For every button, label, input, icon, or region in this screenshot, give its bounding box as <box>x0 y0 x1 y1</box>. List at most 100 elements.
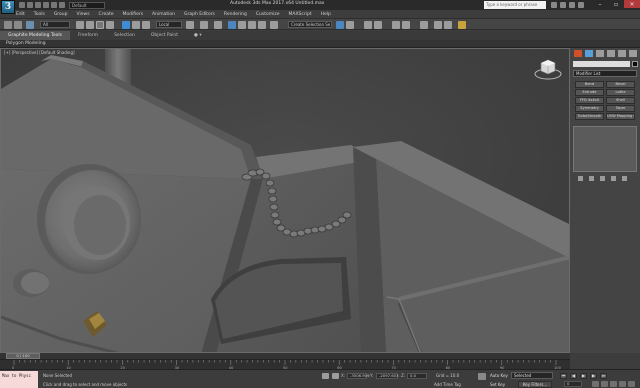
favorites-star-icon[interactable] <box>569 2 575 8</box>
tab-graphite-modeling-tools[interactable]: Graphite Modeling Tools <box>0 31 71 40</box>
viewport-label[interactable]: [+] [Perspective] [Default Shading] <box>4 50 75 55</box>
percent-snap-icon[interactable] <box>248 21 256 29</box>
named-selection-set-select[interactable]: Create Selection Se <box>288 21 332 28</box>
remove-modifier-icon[interactable] <box>611 176 616 181</box>
modifier-lathe-button[interactable]: Lathe <box>606 89 635 96</box>
modifier-extrude-button[interactable]: Extrude <box>575 89 604 96</box>
angle-snap-icon[interactable] <box>238 21 246 29</box>
modifier-taper-button[interactable]: Taper <box>606 105 635 112</box>
align-icon[interactable] <box>346 21 354 29</box>
x-coordinate-field[interactable]: -3506.909 <box>347 373 370 379</box>
layer-explorer-icon[interactable] <box>374 21 382 29</box>
object-name-field[interactable] <box>573 61 630 67</box>
selection-filter-select[interactable]: All <box>40 21 70 28</box>
undo-icon[interactable] <box>43 2 49 8</box>
menu-help[interactable]: Help <box>321 12 331 17</box>
menu-create[interactable]: Create <box>99 12 114 17</box>
render-production-icon[interactable] <box>458 21 466 29</box>
maximize-button[interactable]: ▫ <box>608 0 624 8</box>
ribbon-options-icon[interactable]: ● ▾ <box>186 31 210 40</box>
show-end-result-icon[interactable] <box>589 176 594 181</box>
auto-key-selection-select[interactable]: Selected <box>511 372 553 379</box>
redo-icon[interactable] <box>51 2 57 8</box>
maxscript-listener[interactable]: Max to Physc <box>0 371 38 388</box>
play-icon[interactable]: ▶ <box>580 373 587 379</box>
utilities-tab-icon[interactable] <box>629 50 637 57</box>
modifier-symmetry-button[interactable]: Symmetry <box>575 105 604 112</box>
set-key-mode-icon[interactable] <box>478 373 486 380</box>
menu-group[interactable]: Group <box>54 12 68 17</box>
help-icon[interactable] <box>578 2 584 8</box>
select-manipulate-icon[interactable] <box>200 21 208 29</box>
modifier-list-select[interactable]: Modifier List <box>573 70 637 77</box>
select-move-icon[interactable] <box>122 21 130 29</box>
mirror-icon[interactable] <box>336 21 344 29</box>
snaps-toggle-icon[interactable] <box>228 21 236 29</box>
modifier-shell-button[interactable]: Shell <box>606 97 635 104</box>
zoom-icon[interactable] <box>592 381 599 387</box>
window-crossing-icon[interactable] <box>106 21 114 29</box>
lock-selection-icon[interactable] <box>322 373 329 379</box>
modifier-bend-button[interactable]: Bend <box>575 81 604 88</box>
key-filters-button[interactable]: Key Filters... <box>518 381 552 388</box>
search-icon[interactable] <box>551 2 557 8</box>
reference-coordinate-select[interactable]: Local <box>156 21 182 28</box>
viewcube-icon[interactable] <box>533 55 563 81</box>
spinner-snap-icon[interactable] <box>258 21 266 29</box>
render-setup-icon[interactable] <box>434 21 442 29</box>
display-tab-icon[interactable] <box>618 50 626 57</box>
pin-stack-icon[interactable] <box>578 176 583 181</box>
go-to-start-icon[interactable]: ⏮ <box>560 373 567 379</box>
current-frame-field[interactable]: 0 <box>564 381 582 387</box>
modifier-uvw-mapping-button[interactable]: UVW Mapping Clr <box>606 113 635 120</box>
save-file-icon[interactable] <box>35 2 41 8</box>
keyboard-shortcut-icon[interactable] <box>214 21 222 29</box>
menu-tools[interactable]: Tools <box>34 12 45 17</box>
hierarchy-tab-icon[interactable] <box>596 50 604 57</box>
modifier-stack-list[interactable] <box>573 126 637 172</box>
next-frame-icon[interactable]: ▶ <box>590 373 597 379</box>
close-button[interactable]: ✕ <box>624 0 640 8</box>
menu-maxscript[interactable]: MAXScript <box>289 12 312 17</box>
zoom-all-icon[interactable] <box>601 381 608 387</box>
project-folder-icon[interactable] <box>59 2 65 8</box>
select-scale-icon[interactable] <box>142 21 150 29</box>
menu-rendering[interactable]: Rendering <box>224 12 247 17</box>
edit-named-selection-icon[interactable] <box>270 21 278 29</box>
go-to-end-icon[interactable]: ⏭ <box>600 373 607 379</box>
ribbon-panel-label[interactable]: Polygon Modeling <box>6 41 46 46</box>
modifier-ffd-button[interactable]: FFD 4x4x4 <box>575 97 604 104</box>
open-file-icon[interactable] <box>27 2 33 8</box>
z-coordinate-field[interactable]: 0.0 <box>407 373 427 379</box>
tab-freeform[interactable]: Freeform <box>70 31 106 40</box>
tab-selection[interactable]: Selection <box>106 31 143 40</box>
make-unique-icon[interactable] <box>600 176 605 181</box>
maximize-viewport-icon[interactable] <box>628 381 635 387</box>
tab-object-paint[interactable]: Object Paint <box>143 31 186 40</box>
curve-editor-icon[interactable] <box>392 21 400 29</box>
select-by-name-icon[interactable] <box>86 21 94 29</box>
rendered-frame-window-icon[interactable] <box>444 21 452 29</box>
search-input[interactable]: Type a keyword or phrase <box>484 1 546 9</box>
modify-tab-icon[interactable] <box>585 50 593 57</box>
menu-edit[interactable]: Edit <box>16 12 25 17</box>
select-object-icon[interactable] <box>76 21 84 29</box>
track-bar[interactable]: 0 10 20 30 40 50 60 70 80 90 100 <box>0 359 570 370</box>
menu-graph-editors[interactable]: Graph Editors <box>184 12 215 17</box>
orbit-icon[interactable] <box>619 381 626 387</box>
material-editor-icon[interactable] <box>420 21 428 29</box>
schematic-view-icon[interactable] <box>402 21 410 29</box>
communication-center-icon[interactable] <box>560 2 566 8</box>
scene-explorer-icon[interactable] <box>364 21 372 29</box>
redo-icon[interactable] <box>14 21 22 29</box>
menu-modifiers[interactable]: Modifiers <box>123 12 144 17</box>
minimize-button[interactable]: – <box>592 0 608 8</box>
modifier-turbosmooth-button[interactable]: TurboSmooth <box>575 113 604 120</box>
create-tab-icon[interactable] <box>574 50 582 57</box>
modifier-bevel-button[interactable]: Bevel <box>606 81 635 88</box>
undo-icon[interactable] <box>4 21 12 29</box>
menu-animation[interactable]: Animation <box>152 12 175 17</box>
motion-tab-icon[interactable] <box>607 50 615 57</box>
perspective-viewport[interactable]: [+] [Perspective] [Default Shading] <box>0 48 570 353</box>
absolute-mode-icon[interactable] <box>332 373 339 379</box>
